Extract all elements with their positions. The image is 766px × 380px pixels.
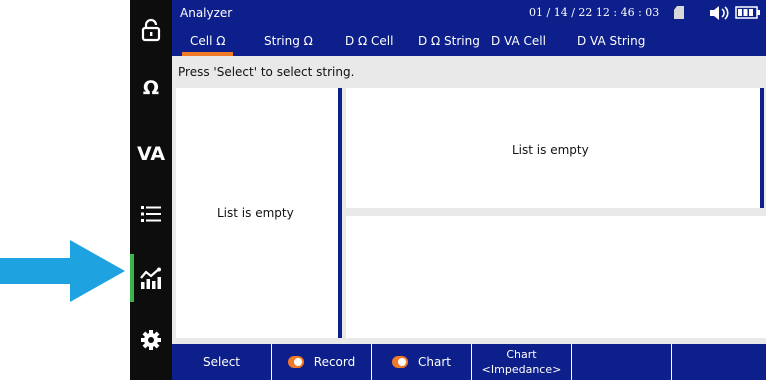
screen: Ω VA Analyzer 01 / 14 / 22 12: 46: 03 … bbox=[0, 0, 766, 380]
chart-mode-value: <Impedance> bbox=[481, 363, 562, 376]
chart-panel bbox=[346, 216, 766, 338]
title-bar: Analyzer 01 / 14 / 22 12 : 46 : 03 bbox=[172, 0, 766, 26]
sd-card-icon bbox=[674, 6, 684, 19]
string-list-panel[interactable]: List is empty bbox=[176, 88, 338, 338]
tab-delta-ohm-string[interactable]: D Ω String bbox=[418, 26, 480, 56]
chart-toggle-icon bbox=[392, 356, 408, 368]
sidebar: Ω VA bbox=[130, 0, 172, 380]
sidebar-item-settings[interactable] bbox=[130, 312, 172, 368]
empty-softkey[interactable] bbox=[572, 344, 672, 380]
tab-bar: Cell Ω String Ω D Ω Cell D Ω String D VA… bbox=[172, 26, 766, 56]
cell-list-panel[interactable]: List is empty bbox=[346, 88, 760, 208]
gear-icon bbox=[141, 330, 161, 350]
battery-icon bbox=[735, 6, 760, 19]
app-title: Analyzer bbox=[180, 6, 233, 20]
sidebar-item-ohm[interactable]: Ω bbox=[130, 60, 172, 116]
tab-delta-va-cell[interactable]: D VA Cell bbox=[491, 26, 546, 56]
panel-divider bbox=[338, 88, 342, 338]
chart-mode-button[interactable]: Chart <Impedance> bbox=[472, 344, 572, 380]
select-label: Select bbox=[202, 355, 241, 369]
list-icon bbox=[141, 206, 161, 222]
sidebar-item-lock[interactable] bbox=[130, 2, 172, 58]
ohm-icon: Ω bbox=[142, 77, 160, 99]
sidebar-item-chart[interactable] bbox=[130, 250, 172, 306]
empty-softkey[interactable] bbox=[672, 344, 766, 380]
bottom-toolbar: Select Record Chart Chart <Impedance> bbox=[172, 344, 766, 380]
tab-delta-va-string[interactable]: D VA String bbox=[577, 26, 645, 56]
record-toggle-icon bbox=[287, 356, 304, 368]
tab-string-ohm[interactable]: String Ω bbox=[264, 26, 313, 56]
speaker-icon[interactable] bbox=[708, 4, 732, 22]
sidebar-item-list[interactable] bbox=[130, 186, 172, 242]
tab-cell-ohm[interactable]: Cell Ω bbox=[181, 26, 234, 56]
record-toggle[interactable]: Record bbox=[272, 344, 372, 380]
chart-mode-title: Chart bbox=[506, 348, 537, 361]
tab-delta-ohm-cell[interactable]: D Ω Cell bbox=[345, 26, 393, 56]
lock-icon bbox=[141, 18, 161, 42]
record-label: Record bbox=[313, 355, 356, 369]
main-area: Analyzer 01 / 14 / 22 12 : 46 : 03 Cell … bbox=[172, 0, 766, 380]
sidebar-item-va[interactable]: VA bbox=[130, 126, 172, 182]
chart-icon bbox=[140, 267, 161, 289]
datetime-display: 01 / 14 / 22 12 : 46 : 03 bbox=[529, 6, 660, 19]
empty-list-message: List is empty bbox=[512, 143, 589, 157]
empty-list-message: List is empty bbox=[217, 206, 294, 220]
va-icon: VA bbox=[136, 143, 166, 165]
select-button[interactable]: Select bbox=[172, 344, 272, 380]
pointer-arrow-icon bbox=[0, 240, 125, 302]
chart-toggle[interactable]: Chart bbox=[372, 344, 472, 380]
instruction-text: Press 'Select' to select string. bbox=[172, 58, 766, 86]
panel-scroll-indicator bbox=[760, 88, 764, 208]
chart-label: Chart bbox=[418, 355, 451, 369]
